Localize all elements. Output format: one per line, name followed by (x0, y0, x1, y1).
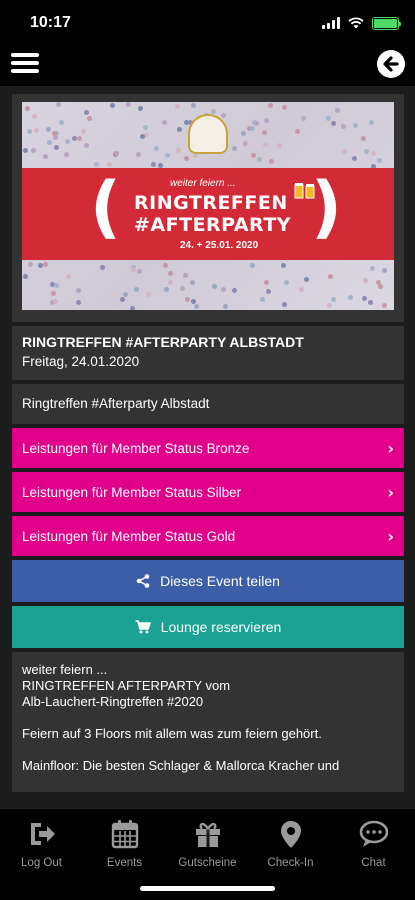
tab-gutscheine[interactable]: Gutscheine (166, 819, 249, 869)
member-bronze-button[interactable]: Leistungen für Member Status Bronze › (12, 428, 404, 468)
event-subtitle: Ringtreffen #Afterparty Albstadt (12, 384, 404, 424)
tab-log-out[interactable]: Log Out (0, 819, 83, 869)
calendar-icon (111, 820, 138, 849)
event-banner-image: ( ) weiter feiern ... RINGTREFFEN #AFTER… (22, 102, 394, 310)
share-icon (136, 574, 150, 588)
tab-chat[interactable]: Chat (332, 819, 415, 869)
gift-icon (195, 822, 220, 847)
reserve-lounge-button[interactable]: Lounge reservieren (12, 606, 404, 648)
chevron-right-icon: › (387, 526, 394, 546)
arrow-left-icon (383, 56, 399, 72)
cart-icon (135, 620, 151, 634)
chat-icon (359, 820, 388, 847)
reserve-lounge-label: Lounge reservieren (160, 619, 282, 635)
signal-icon (322, 17, 340, 29)
event-title-card: RINGTREFFEN #AFTERPARTY ALBSTADT Freitag… (12, 326, 404, 380)
chevron-right-icon: › (387, 482, 394, 502)
map-pin-icon (280, 821, 301, 848)
back-button[interactable] (377, 50, 405, 78)
member-gold-button[interactable]: Leistungen für Member Status Gold › (12, 516, 404, 556)
menu-icon[interactable] (10, 50, 40, 76)
banner-dates: 24. + 25.01. 2020 (180, 240, 259, 251)
member-bronze-label: Leistungen für Member Status Bronze (22, 440, 250, 456)
banner-paren-left: ( (90, 168, 122, 247)
event-date: Freitag, 24.01.2020 (22, 354, 140, 369)
member-silber-button[interactable]: Leistungen für Member Status Silber › (12, 472, 404, 512)
banner-title-line1: RINGTREFFEN (134, 192, 288, 214)
share-event-button[interactable]: Dieses Event teilen (12, 560, 404, 602)
battery-icon (372, 16, 401, 30)
tab-label: Gutscheine (178, 857, 237, 869)
description-line: weiter feiern ... (22, 662, 108, 677)
event-detail: ( ) weiter feiern ... RINGTREFFEN #AFTER… (12, 94, 404, 796)
share-event-label: Dieses Event teilen (160, 573, 280, 589)
banner-title-line2: #AFTERPARTY (134, 214, 292, 236)
banner-card: ( ) weiter feiern ... RINGTREFFEN #AFTER… (12, 94, 404, 322)
tab-check-in[interactable]: Check-In (249, 819, 332, 869)
status-time: 10:17 (30, 14, 71, 31)
status-bar: 10:17 (0, 0, 415, 44)
tab-label: Events (106, 857, 143, 869)
banner-kicker: weiter feiern ... (170, 178, 236, 189)
tab-label: Chat (361, 857, 386, 869)
logo-emblem (188, 114, 228, 154)
description-line: Feiern auf 3 Floors mit allem was zum fe… (22, 726, 322, 741)
event-description: weiter feiern ... RINGTREFFEN AFTERPARTY… (12, 652, 404, 792)
description-line: RINGTREFFEN AFTERPARTY vom (22, 678, 231, 693)
chevron-right-icon: › (387, 438, 394, 458)
status-icons (322, 16, 401, 30)
home-indicator (140, 886, 275, 891)
logout-icon (30, 823, 55, 845)
beer-icon (294, 183, 315, 199)
event-title: RINGTREFFEN #AFTERPARTY ALBSTADT (22, 334, 304, 350)
wifi-icon (348, 17, 364, 29)
tab-events[interactable]: Events (83, 819, 166, 869)
app-header (0, 44, 415, 86)
tab-label: Check-In (267, 857, 314, 869)
member-gold-label: Leistungen für Member Status Gold (22, 528, 236, 544)
tab-label: Log Out (21, 857, 62, 869)
description-line: Alb-Lauchert-Ringtreffen #2020 (22, 694, 204, 709)
member-silber-label: Leistungen für Member Status Silber (22, 484, 242, 500)
description-line: Mainfloor: Die besten Schlager & Mallorc… (22, 758, 340, 773)
